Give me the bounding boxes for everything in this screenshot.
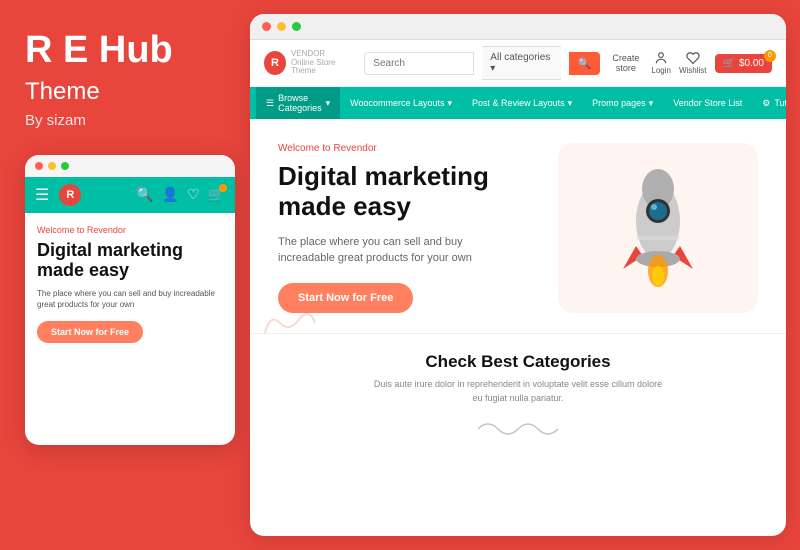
mobile-nav: ☰ R 🔍 👤 ♡ 🛒 (25, 177, 235, 213)
rocket-illustration (593, 151, 723, 306)
left-panel: R E Hub Theme By sizam ☰ R 🔍 👤 ♡ 🛒 Welco… (0, 0, 250, 550)
hero-subtitle: The place where you can sell and buy inc… (278, 234, 498, 267)
mobile-cta-button[interactable]: Start Now for Free (37, 321, 143, 343)
mobile-browser-bar (25, 155, 235, 177)
cart-button[interactable]: 0 🛒 $0.00 (715, 54, 772, 73)
categories-title: Check Best Categories (278, 352, 758, 372)
mobile-body: Welcome to Revendor Digital marketing ma… (25, 213, 235, 353)
browser-bar (250, 14, 786, 40)
site-header: R VENDOR Online Store Theme All categori… (250, 40, 786, 87)
wishlist-button[interactable]: Wishlist (679, 51, 707, 75)
menu-woocommerce[interactable]: Woocommerce Layouts ▾ (340, 92, 462, 115)
menu-tutorials[interactable]: ⚙ Tutorials (752, 92, 786, 115)
hero-spiral-decoration (260, 308, 320, 343)
browser-dot-yellow (277, 22, 286, 31)
site-menu: ☰ Browse Categories ▾ Woocommerce Layout… (250, 87, 786, 119)
login-button[interactable]: Login (651, 51, 671, 75)
mobile-hero-title: Digital marketing made easy (37, 240, 223, 281)
mobile-dot-green (61, 162, 69, 170)
app-subtitle: Theme (25, 78, 100, 106)
menu-vendor-store[interactable]: Vendor Store List (663, 92, 752, 114)
mobile-cart-badge (219, 184, 227, 192)
header-actions: Create store Login Wishlist 0 🛒 $0.00 (608, 51, 772, 75)
site-logo-icon: R (264, 51, 286, 75)
categories-section: Check Best Categories Duis aute irure do… (250, 333, 786, 454)
mobile-dot-red (35, 162, 43, 170)
categories-subtitle: Duis aute irure dolor in reprehenderit i… (368, 378, 668, 405)
browser-dot-red (262, 22, 271, 31)
mobile-mockup: ☰ R 🔍 👤 ♡ 🛒 Welcome to Revendor Digital … (25, 155, 235, 445)
app-author: By sizam (25, 112, 86, 129)
app-title: R E Hub (25, 30, 173, 72)
categories-wave (478, 419, 558, 439)
mobile-dot-yellow (48, 162, 56, 170)
mobile-welcome: Welcome to Revendor (37, 225, 223, 235)
mobile-menu-icon: ☰ (35, 185, 49, 205)
search-button[interactable]: 🔍 (569, 52, 601, 75)
create-store-button[interactable]: Create store (608, 53, 643, 73)
mobile-cart-icon: 🛒 (208, 186, 225, 203)
site-logo-text: VENDOR Online Store Theme (291, 50, 356, 76)
hero-image (558, 143, 758, 313)
mobile-hero-sub: The place where you can sell and buy inc… (37, 288, 223, 310)
hero-text: Welcome to Revendor Digital marketing ma… (278, 143, 538, 313)
mobile-heart-icon: ♡ (187, 186, 200, 203)
mobile-nav-right: 🔍 👤 ♡ 🛒 (136, 186, 225, 203)
mobile-user-icon: 👤 (162, 186, 179, 203)
mobile-logo: R (59, 184, 81, 206)
menu-promo[interactable]: Promo pages ▾ (582, 92, 663, 115)
hero-section: Welcome to Revendor Digital marketing ma… (250, 119, 786, 333)
site-logo: R VENDOR Online Store Theme (264, 50, 356, 76)
right-panel: R VENDOR Online Store Theme All categori… (250, 14, 786, 536)
hero-title: Digital marketing made easy (278, 162, 538, 222)
site-content: Welcome to Revendor Digital marketing ma… (250, 119, 786, 536)
browser-dot-green (292, 22, 301, 31)
browse-categories-button[interactable]: ☰ Browse Categories ▾ (256, 87, 340, 119)
hero-welcome: Welcome to Revendor (278, 143, 538, 154)
search-category-dropdown[interactable]: All categories ▾ (482, 46, 560, 80)
search-input[interactable] (364, 52, 474, 75)
mobile-search-icon: 🔍 (136, 186, 153, 203)
cart-badge: 0 (764, 50, 776, 62)
menu-post-review[interactable]: Post & Review Layouts ▾ (462, 92, 582, 115)
